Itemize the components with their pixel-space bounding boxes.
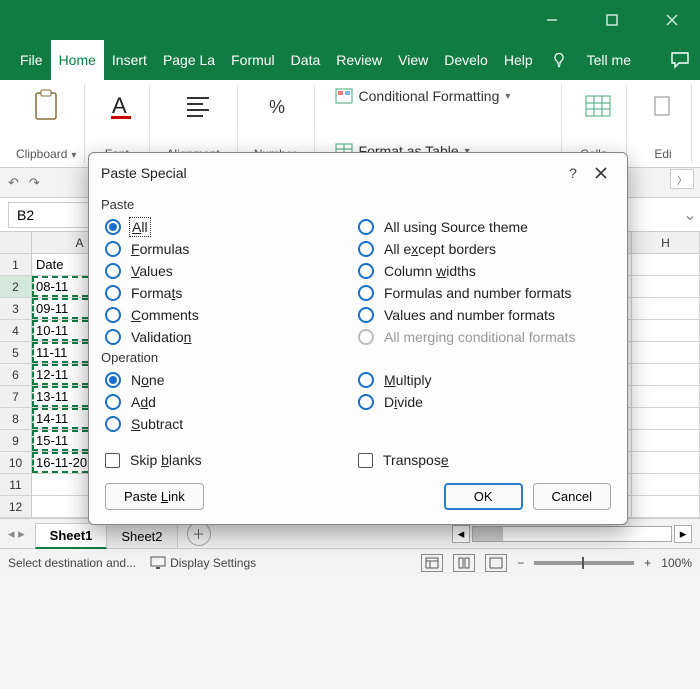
ok-button[interactable]: OK: [444, 483, 523, 510]
radio-all[interactable]: All: [105, 216, 358, 238]
dialog-title: Paste Special: [101, 165, 559, 181]
radio-values[interactable]: Values: [105, 260, 358, 282]
radio-formulas[interactable]: Formulas: [105, 238, 358, 260]
paste-link-button[interactable]: Paste Link: [105, 483, 204, 510]
radio-formulas-num[interactable]: Formulas and number formats: [358, 282, 611, 304]
modal-overlay: Paste Special ? Paste All Formulas Value…: [0, 0, 700, 689]
dialog-help-button[interactable]: ?: [559, 161, 587, 185]
paste-section-label: Paste: [101, 197, 611, 212]
operation-section-label: Operation: [101, 350, 611, 365]
radio-values-num[interactable]: Values and number formats: [358, 304, 611, 326]
radio-divide[interactable]: Divide: [358, 391, 611, 413]
cancel-button[interactable]: Cancel: [533, 483, 611, 510]
radio-comments[interactable]: Comments: [105, 304, 358, 326]
paste-special-dialog: Paste Special ? Paste All Formulas Value…: [88, 152, 628, 525]
check-skip-blanks[interactable]: Skip blanks: [105, 449, 358, 471]
radio-validation[interactable]: Validation: [105, 326, 358, 348]
radio-all-theme[interactable]: All using Source theme: [358, 216, 611, 238]
radio-multiply[interactable]: Multiply: [358, 369, 611, 391]
radio-formats[interactable]: Formats: [105, 282, 358, 304]
radio-subtract[interactable]: Subtract: [105, 413, 358, 435]
check-transpose[interactable]: Transpose: [358, 449, 611, 471]
radio-add[interactable]: Add: [105, 391, 358, 413]
radio-all-merge: All merging conditional formats: [358, 326, 611, 348]
radio-none[interactable]: None: [105, 369, 358, 391]
radio-all-except-borders[interactable]: All except borders: [358, 238, 611, 260]
radio-column-widths[interactable]: Column widths: [358, 260, 611, 282]
dialog-close-button[interactable]: [587, 161, 615, 185]
